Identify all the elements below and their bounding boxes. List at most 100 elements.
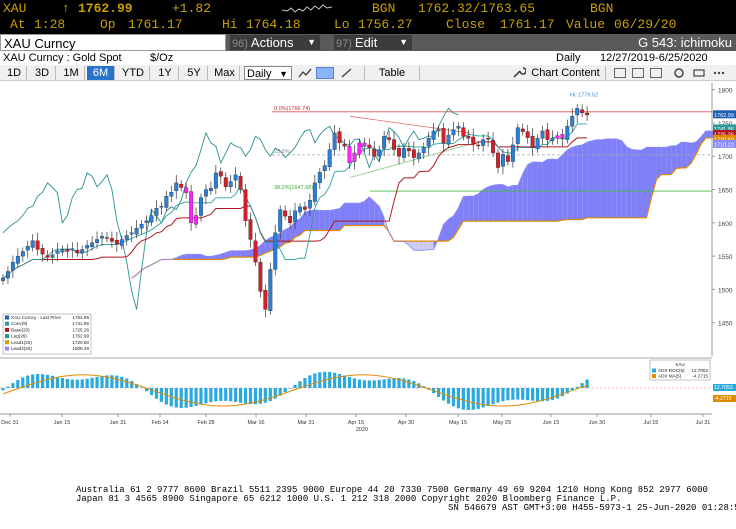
security-field[interactable]: XAU Curncy [0,34,226,51]
candle-body [411,149,416,158]
candle-chart-icon[interactable] [316,67,334,79]
candle-body [575,108,580,116]
candle-body [129,232,134,235]
range-1m-button[interactable]: 1M [58,66,85,80]
chart-content-button[interactable]: Chart Content [526,66,606,80]
at-value: 1:28 [34,17,66,32]
candle-body [174,182,179,192]
x-tick-label: Jan 31 [110,420,127,426]
draw-tool-icon[interactable] [340,67,354,79]
candle-body [1,277,5,281]
adx-bar [90,377,94,388]
candle-body [382,136,387,149]
adx-bar [550,388,555,400]
ichimoku-cloud [552,159,558,222]
sparkline-icon [282,4,333,13]
date-range: 12/27/2019-6/25/2020 [600,52,708,64]
range-6m-button[interactable]: 6M [87,66,115,80]
legend-label: Lead2(26) [11,346,32,351]
candle-body [426,138,431,147]
candle-body [283,210,288,217]
price-change: +1.82 [172,1,212,16]
ichimoku-chart[interactable]: 145015001550160016501700175018000.0%(176… [0,81,736,433]
ichimoku-cloud [354,203,360,226]
candle-body [466,136,471,139]
adx-legend-value: 12.7053 [691,368,708,373]
candle-body [357,142,362,155]
candle-body [298,206,302,213]
legend-value: 1725.26 [72,327,89,332]
adx-value-label: 12.7053 [714,385,733,391]
ichimoku-cloud [493,184,498,222]
adx-bar [555,388,559,399]
candle-body [50,254,55,258]
adx-bar [248,388,253,405]
actions-menu-label: Actions [250,35,294,50]
ichimoku-cloud [423,241,429,251]
table-button[interactable]: Table [364,66,420,80]
ichimoku-cloud [359,201,365,226]
more-icon[interactable] [712,67,726,79]
adx-bar [100,376,104,388]
footer-session: SN 546679 AST GMT+3:00 H455-5973-1 25-Ju… [448,503,736,513]
candle-body [362,142,367,147]
adx-bar [382,379,386,388]
range-ytd-button[interactable]: YTD [117,66,150,80]
candle-body [35,240,40,250]
legend-value: 1720.60 [72,340,89,345]
low-label: Lo [334,17,350,32]
adx-bar [85,378,89,388]
ichimoku-cloud [334,208,340,231]
candle-body [85,245,90,249]
range-1y-button[interactable]: 1Y [152,66,179,80]
range-3d-button[interactable]: 3D [29,66,56,80]
range-5y-button[interactable]: 5Y [181,66,208,80]
ichimoku-cloud [562,149,568,221]
candle-body [585,112,590,116]
actions-menu-button[interactable]: 96) Actions ▼ [230,35,320,50]
candle-body [144,220,149,223]
candle-body [332,132,337,150]
window-icon[interactable] [650,68,662,78]
adx-value-label: -4.2715 [714,396,732,402]
candle-body [149,215,154,223]
settings-icon[interactable] [672,67,686,79]
window-icon[interactable] [614,68,626,78]
window-icon[interactable] [632,68,644,78]
x-tick-label: Apr 30 [398,420,414,426]
print-icon[interactable] [692,67,706,79]
frequency-dropdown[interactable]: Daily ▼ [244,66,292,80]
quote-strip: XAU ↑ 1762.99 +1.82 BGN 1762.32/1763.65 … [0,0,736,34]
ichimoku-cloud [527,162,533,222]
adx-bar [496,388,500,403]
candle-body [580,109,585,114]
x-tick-label: Mar 16 [247,420,264,426]
candle-body [560,134,565,139]
candle-body [263,289,268,310]
candle-body [80,249,85,253]
range-1d-button[interactable]: 1D [2,66,27,80]
adx-bar [70,379,74,388]
legend-value: 1762.99 [72,334,89,339]
adx-legend-value: -4.2715 [692,374,708,379]
last-price: 1762.99 [78,1,133,16]
candle-body [90,242,95,247]
line-chart-icon[interactable] [298,67,312,79]
ichimoku-cloud [186,254,192,260]
up-arrow-icon: ↑ [62,1,70,16]
adx-bar [461,388,465,410]
adx-bar [65,378,69,388]
value-label: Value [566,17,606,32]
candle-body [461,127,466,137]
ichimoku-cloud [626,146,632,218]
adx-bar [501,388,505,402]
candle-body [20,251,25,257]
range-max-button[interactable]: Max [210,66,240,80]
candle-body [352,152,357,162]
chevron-down-icon: ▼ [399,37,408,47]
candle-body [6,271,10,279]
candle-body [441,128,446,144]
candle-body [317,172,322,184]
adx-bar [338,374,342,388]
edit-menu-button[interactable]: 97) Edit ▼ [334,35,412,50]
